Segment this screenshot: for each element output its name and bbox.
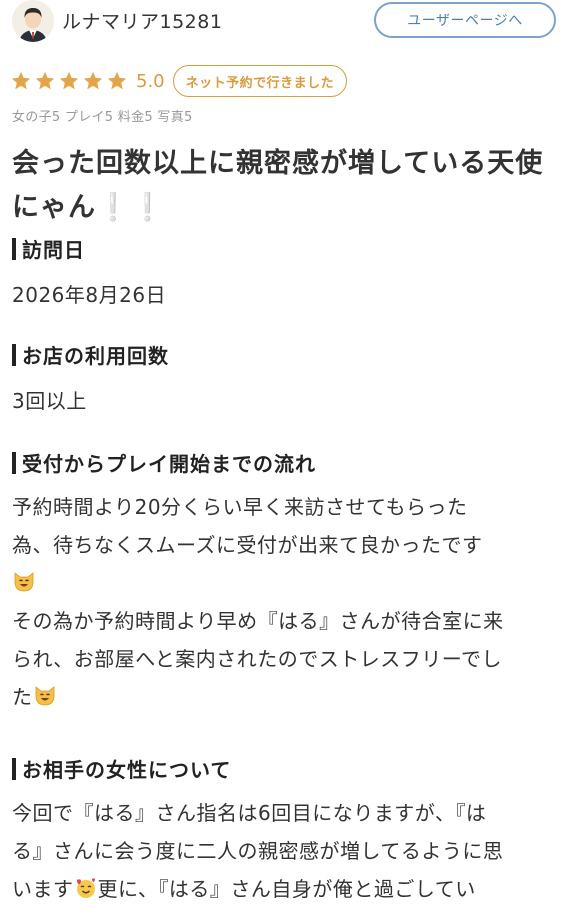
exclamation-icon: ❕❕: [96, 192, 166, 223]
heading-bar: [12, 343, 16, 366]
star-icon: [35, 71, 55, 90]
sub-ratings: 女の子5 プレイ5 料金5 写真5: [12, 110, 193, 125]
section-heading-reception-flow: 受付からプレイ開始までの流れ: [12, 448, 316, 477]
section-body-partner: 今回で『はる』さん指名は6回目になりますが、『は る』さんに会う度に二人の親密感…: [12, 794, 568, 908]
star-icon: [11, 71, 31, 90]
section-body-reception-flow: 予約時間より20分くらい早く来訪させてもらった 為、待ちなくスムーズに受付が出来…: [12, 488, 568, 716]
reviewer-header: ルナマリア15281 ユーザーページへ: [0, 0, 576, 44]
cat-emoji-icon: [35, 686, 54, 706]
heading-bar: [12, 757, 16, 780]
section-heading-usage-count: お店の利用回数: [12, 340, 169, 369]
text-line: 今回で『はる』さん指名は6回目になりますが、『は: [12, 801, 487, 825]
reviewer-name[interactable]: ルナマリア15281: [62, 7, 222, 34]
cat-emoji-icon: [14, 572, 34, 592]
person-avatar-icon[interactable]: [12, 0, 54, 42]
star-rating: [10, 70, 128, 92]
star-icon: [83, 71, 103, 90]
review-title: 会った回数以上に親密感が増している天使にゃん❕❕: [12, 142, 564, 230]
text-line: られ、お部屋へと案内されたのでストレスフリーでし: [12, 647, 502, 671]
section-heading-label: 訪問日: [22, 238, 85, 262]
smiling-face-with-hearts-icon: [76, 878, 95, 898]
text-line: 為、待ちなくスムーズに受付が出来て良かったです: [12, 533, 483, 557]
section-heading-partner: お相手の女性について: [12, 754, 231, 783]
text-line: 2026年8月26日: [12, 283, 167, 307]
star-icon: [59, 71, 79, 90]
review-title-text: 会った回数以上に親密感が増している天使にゃん: [12, 148, 544, 223]
text-line: る』さんに会う度に二人の親密感が増してるように思: [12, 839, 504, 863]
emoji-line: [12, 564, 568, 602]
text-line-with-emoji: た: [12, 678, 568, 716]
text-line-with-emoji: います 更に、『はる』さん自身が俺と過ごしてい: [12, 870, 568, 908]
section-body-visit-date: 2026年8月26日: [12, 276, 568, 314]
section-heading-label: お相手の女性について: [22, 758, 232, 782]
section-body-usage-count: 3回以上: [12, 382, 568, 420]
heading-bar: [12, 451, 16, 474]
section-heading-label: 受付からプレイ開始までの流れ: [22, 452, 316, 476]
text-line: 3回以上: [12, 389, 87, 413]
text-line: た: [12, 685, 33, 709]
rating-row: 5.0 ネット予約で行きました: [10, 64, 348, 98]
section-heading-visit-date: 訪問日: [12, 234, 85, 263]
heading-bar: [12, 237, 16, 260]
visit-method-badge: ネット予約で行きました: [172, 65, 348, 97]
user-page-button[interactable]: ユーザーページへ: [374, 2, 556, 38]
text-line: 更に、『はる』さん自身が俺と過ごしてい: [97, 877, 476, 901]
text-line: 予約時間より20分くらい早く来訪させてもらった: [12, 495, 468, 519]
section-heading-label: お店の利用回数: [22, 344, 169, 368]
star-icon: [107, 71, 127, 90]
text-line: その為か予約時間より早め『はる』さんが待合室に来: [12, 609, 504, 633]
rating-score: 5.0: [136, 70, 165, 92]
text-line: います: [12, 877, 74, 901]
